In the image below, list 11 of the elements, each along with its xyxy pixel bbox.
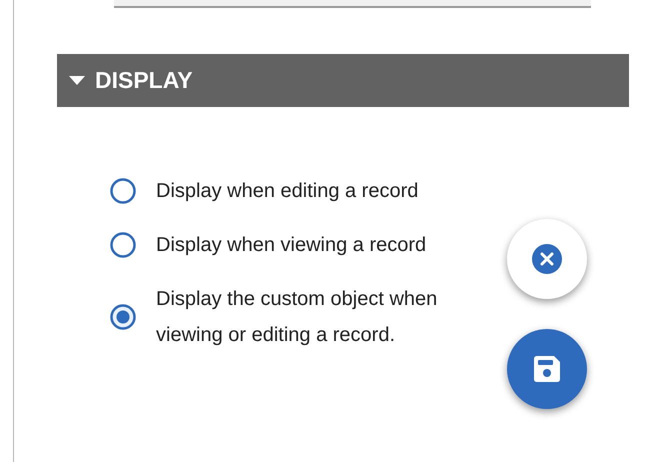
section-title: DISPLAY [95, 67, 193, 94]
option-label: Display when editing a record [156, 179, 420, 204]
close-icon [532, 244, 562, 274]
option-label: Display when viewing a record [156, 233, 428, 258]
option-label: Display the custom object when viewing or editing a record. [156, 287, 438, 348]
radio-button[interactable] [110, 304, 136, 330]
cancel-button[interactable] [507, 219, 587, 299]
save-button[interactable] [507, 329, 587, 409]
radio-button[interactable] [110, 178, 136, 204]
radio-button[interactable] [110, 232, 136, 258]
section-header[interactable]: DISPLAY [57, 54, 629, 107]
